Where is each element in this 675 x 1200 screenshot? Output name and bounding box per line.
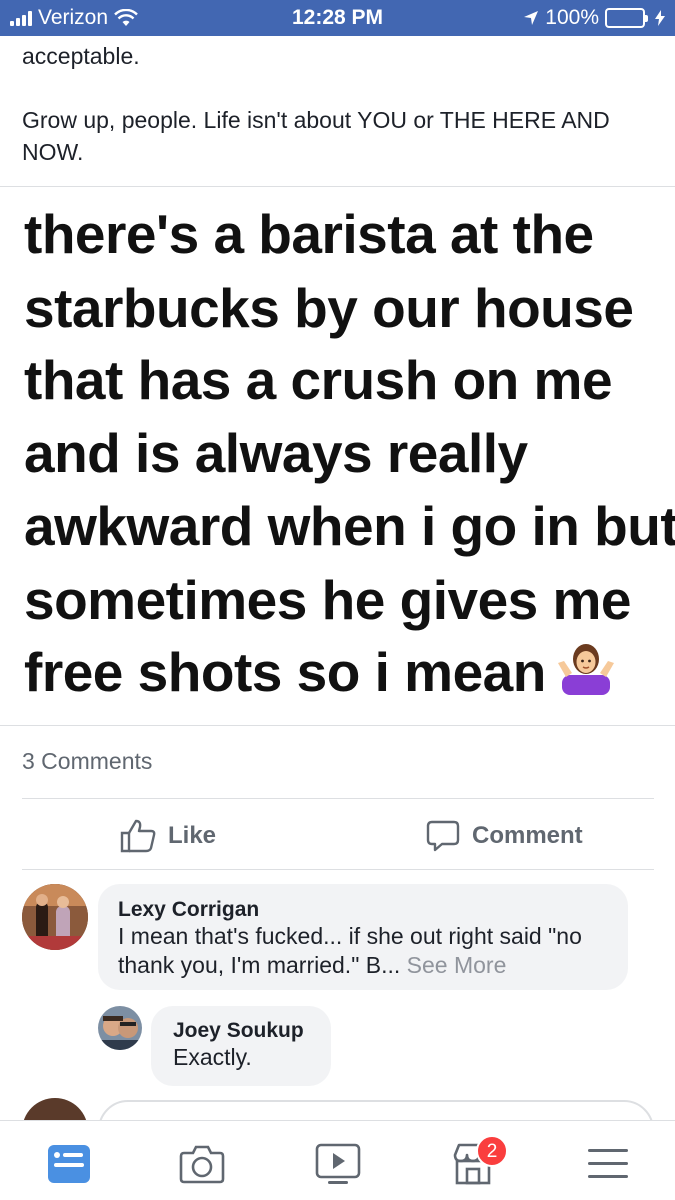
charging-icon (655, 10, 665, 26)
battery-icon (605, 8, 648, 28)
comment-author[interactable]: Joey Soukup (173, 1019, 309, 1043)
battery-percent: 100% (545, 6, 599, 29)
comment-bubble[interactable]: Lexy Corrigan I mean that's fucked... if… (98, 884, 628, 990)
see-more-link[interactable]: See More (407, 952, 507, 978)
meme-text-line: that has a crush on me (24, 349, 613, 411)
menu-icon[interactable] (584, 1139, 632, 1187)
meme-text: free shots so i mean (24, 641, 546, 703)
status-right: 100% (523, 6, 665, 30)
meme-text-line: awkward when i go in but (24, 495, 675, 557)
comment-button[interactable]: Comment (426, 819, 583, 853)
bottom-nav (0, 1120, 675, 1200)
meme-text-line: there's a barista at the (24, 203, 594, 265)
person-shrugging-icon (557, 644, 614, 695)
post-image[interactable]: there's a barista at the starbucks by ou… (0, 188, 675, 724)
comment-body: I mean that's fucked... if she out right… (118, 923, 582, 978)
camera-icon[interactable] (178, 1139, 226, 1187)
like-label: Like (168, 822, 217, 849)
comment-body: Exactly. (173, 1044, 252, 1070)
post-text-line: acceptable. (22, 43, 140, 69)
post-text-line: Grow up, people. Life isn't about YOU or… (22, 107, 610, 165)
avatar[interactable] (98, 1006, 142, 1050)
post-text: acceptable. Grow up, people. Life isn't … (22, 40, 652, 200)
comment-author[interactable]: Lexy Corrigan (118, 898, 608, 922)
comment-bubble[interactable]: Joey Soukup Exactly. (151, 1006, 331, 1086)
divider (0, 186, 675, 187)
location-arrow-icon (524, 11, 539, 25)
meme-text-line: free shots so i mean (24, 640, 616, 704)
comment-count[interactable]: 3 Comments (22, 748, 152, 775)
news-feed-icon[interactable] (45, 1139, 93, 1187)
meme-text-line: and is always really (24, 422, 528, 484)
comment-label: Comment (472, 822, 583, 849)
watch-icon[interactable] (314, 1139, 362, 1187)
thumbs-up-icon (120, 819, 156, 853)
meme-text-line: sometimes he gives me (24, 569, 632, 631)
comment-icon (426, 820, 460, 852)
comment-text: I mean that's fucked... if she out right… (118, 922, 608, 980)
notification-badge: 2 (476, 1135, 508, 1167)
avatar-photo (22, 884, 88, 950)
status-bar: Verizon 12:28 PM 100% (0, 0, 675, 36)
like-button[interactable]: Like (120, 819, 216, 853)
avatar-photo (98, 1006, 142, 1050)
divider (0, 725, 675, 726)
meme-text-line: starbucks by our house (24, 277, 634, 339)
avatar[interactable] (22, 884, 88, 950)
post-actions: Like Comment (22, 798, 654, 870)
